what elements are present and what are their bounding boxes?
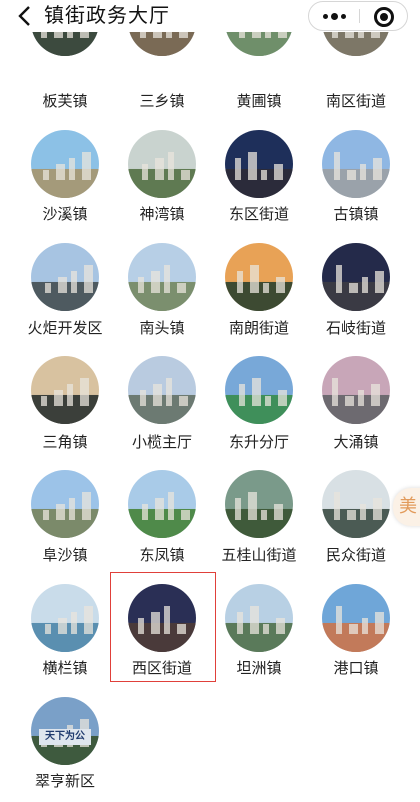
town-name-label: 东凤镇 xyxy=(139,546,185,564)
town-name-label: 坦洲镇 xyxy=(236,659,282,677)
town-name-label: 火炬开发区 xyxy=(27,319,103,337)
mini-program-capsule xyxy=(308,1,408,31)
town-name-label: 南头镇 xyxy=(139,319,185,337)
town-photo: 天下为公 xyxy=(31,697,99,765)
town-photo xyxy=(31,130,99,198)
town-name-label: 五桂山街道 xyxy=(221,546,297,564)
town-name-label: 石岐街道 xyxy=(325,319,386,337)
town-photo xyxy=(225,470,293,538)
town-name-label: 神湾镇 xyxy=(139,205,185,223)
town-photo xyxy=(31,470,99,538)
town-name-label: 东区街道 xyxy=(228,205,289,223)
town-name-label: 三角镇 xyxy=(42,433,88,451)
town-photo xyxy=(322,584,390,652)
town-photo xyxy=(225,130,293,198)
close-target-icon[interactable] xyxy=(360,2,407,30)
town-name-label: 翠亨新区 xyxy=(34,772,95,790)
town-photo xyxy=(322,356,390,424)
gate-sign: 天下为公 xyxy=(39,729,91,745)
town-name-label: 沙溪镇 xyxy=(42,205,88,223)
town-name-label: 民众街道 xyxy=(325,546,386,564)
town-photo xyxy=(31,584,99,652)
town-name-label: 大涌镇 xyxy=(333,433,379,451)
town-photo xyxy=(225,584,293,652)
town-name-label: 港口镇 xyxy=(333,659,379,677)
town-photo xyxy=(128,356,196,424)
back-chevron-icon[interactable] xyxy=(14,4,36,28)
town-photo xyxy=(128,470,196,538)
town-photo xyxy=(322,130,390,198)
town-name-label: 横栏镇 xyxy=(42,659,88,677)
town-name-label: 阜沙镇 xyxy=(42,546,88,564)
town-photo xyxy=(128,130,196,198)
town-photo xyxy=(225,356,293,424)
town-photo xyxy=(128,243,196,311)
town-name-label: 古镇镇 xyxy=(333,205,379,223)
town-photo xyxy=(322,470,390,538)
top-bar: 镇街政务大厅 xyxy=(0,0,420,32)
selected-highlight-frame xyxy=(110,572,216,682)
town-photo xyxy=(225,243,293,311)
floating-side-tab[interactable]: 美 xyxy=(393,488,420,526)
town-photo xyxy=(31,243,99,311)
town-name-label: 南朗街道 xyxy=(228,319,289,337)
town-photo xyxy=(322,243,390,311)
town-photo xyxy=(31,356,99,424)
town-name-label: 小榄主厅 xyxy=(131,433,192,451)
town-name-label: 东升分厅 xyxy=(228,433,289,451)
more-dots-icon[interactable] xyxy=(309,2,359,30)
page-title: 镇街政务大厅 xyxy=(44,3,170,27)
